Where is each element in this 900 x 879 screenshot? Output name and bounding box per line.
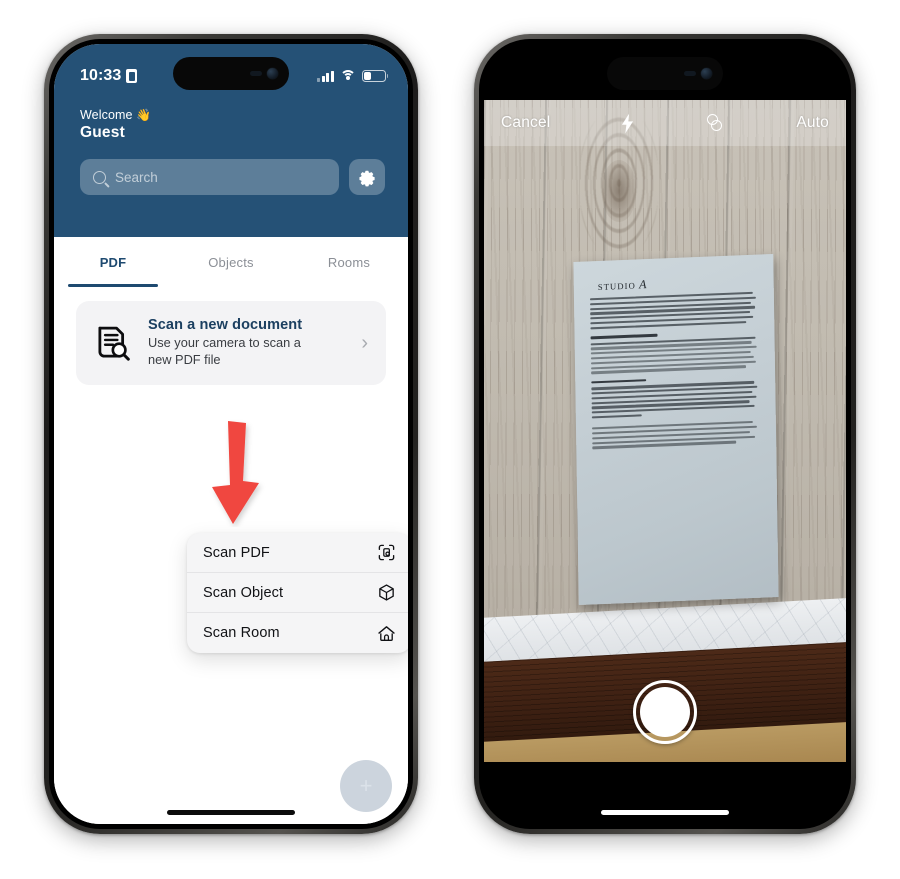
tab-pdf[interactable]: PDF	[54, 237, 172, 287]
content-area: Scan a new document Use your camera to s…	[54, 301, 408, 824]
flash-auto-button[interactable]: Auto	[796, 114, 829, 132]
cancel-button[interactable]: Cancel	[501, 114, 550, 132]
search-icon	[93, 170, 106, 184]
search-row: Search	[54, 142, 408, 195]
document-paragraph	[589, 291, 758, 330]
flash-bolt-icon[interactable]	[620, 113, 635, 134]
face-id-sensor-icon	[684, 71, 696, 76]
camera-toolbar: Cancel Auto	[484, 100, 846, 146]
document-brand-mark: A	[638, 277, 647, 292]
document-heading	[590, 333, 658, 340]
add-floating-action-button[interactable]: +	[340, 760, 392, 812]
menu-item-scan-room[interactable]: Scan Room	[187, 613, 408, 653]
search-input[interactable]: Search	[80, 159, 339, 195]
waving-hand-icon: 👋	[136, 108, 152, 122]
scanned-document-paper: STUDIO A	[573, 253, 779, 606]
scan-context-menu: Scan PDF Scan Object Scan Room	[187, 533, 408, 653]
phone-bezel-left: 10:33 Welcome 👋 Guest Search PDF Objects…	[49, 39, 413, 829]
user-name: Guest	[80, 124, 125, 141]
status-bar-indicators	[317, 70, 389, 82]
document-brand-prefix: STUDIO	[597, 280, 636, 293]
scan-card-title: Scan a new document	[148, 317, 303, 333]
iphone-device-left: 10:33 Welcome 👋 Guest Search PDF Objects…	[44, 34, 418, 834]
menu-item-scan-object-label: Scan Object	[203, 584, 284, 601]
home-indicator-left[interactable]	[167, 810, 295, 815]
status-bar-time: 10:33	[80, 67, 122, 84]
scan-card-subtitle: Use your camera to scan a new PDF file	[148, 335, 301, 367]
camera-scanner-screen: STUDIO A Cancel Auto	[484, 44, 846, 824]
gear-icon	[358, 170, 375, 186]
shutter-inner-circle	[640, 687, 690, 737]
camera-shutter-button[interactable]	[633, 680, 697, 744]
cellular-signal-icon	[317, 70, 334, 82]
welcome-block: Welcome 👋 Guest	[54, 94, 408, 142]
dynamic-island-left	[173, 57, 289, 90]
document-paragraph	[591, 381, 759, 419]
chevron-right-icon: ›	[361, 331, 368, 354]
document-scan-icon	[98, 326, 130, 361]
document-paragraph	[591, 421, 760, 449]
wood-grain-knot-core	[602, 160, 636, 222]
location-badge-icon	[126, 69, 138, 83]
scan-document-icon	[378, 544, 395, 561]
menu-item-scan-pdf[interactable]: Scan PDF	[187, 533, 408, 573]
red-down-arrow	[212, 421, 259, 524]
tab-objects[interactable]: Objects	[172, 237, 290, 287]
face-id-sensor-icon	[250, 71, 262, 76]
camera-viewfinder: STUDIO A	[484, 100, 846, 762]
search-placeholder: Search	[115, 169, 158, 185]
scan-card-texts: Scan a new document Use your camera to s…	[148, 317, 347, 369]
welcome-greeting: Welcome 👋	[80, 108, 382, 122]
menu-item-scan-object[interactable]: Scan Object	[187, 573, 408, 613]
cube-box-icon	[379, 584, 394, 601]
status-bar-time-group: 10:33	[80, 67, 138, 85]
home-indicator-right[interactable]	[601, 810, 729, 815]
color-filter-icon[interactable]	[705, 113, 726, 134]
document-paragraph	[590, 336, 759, 374]
battery-icon	[362, 70, 389, 82]
plus-icon: +	[359, 773, 373, 798]
screenshot-canvas: 10:33 Welcome 👋 Guest Search PDF Objects…	[0, 0, 900, 879]
front-camera-icon	[267, 68, 278, 79]
tab-pdf-label: PDF	[99, 254, 127, 270]
welcome-label: Welcome	[80, 108, 133, 122]
document-heading	[591, 378, 647, 384]
tab-objects-label: Objects	[208, 254, 254, 270]
menu-item-scan-room-label: Scan Room	[203, 625, 280, 641]
wifi-icon	[340, 70, 356, 82]
document-brand: STUDIO A	[590, 273, 758, 295]
tab-bar: PDF Objects Rooms	[54, 237, 408, 287]
iphone-device-right: STUDIO A Cancel Auto	[474, 34, 856, 834]
tab-rooms[interactable]: Rooms	[290, 237, 408, 287]
settings-button[interactable]	[349, 159, 385, 195]
app-screen-home: 10:33 Welcome 👋 Guest Search PDF Objects…	[54, 44, 408, 824]
front-camera-icon	[701, 68, 712, 79]
menu-item-scan-pdf-label: Scan PDF	[203, 544, 270, 561]
tab-rooms-label: Rooms	[327, 254, 371, 270]
house-icon	[378, 625, 395, 641]
phone-bezel-right: STUDIO A Cancel Auto	[479, 39, 851, 829]
dynamic-island-right	[607, 57, 723, 90]
scan-new-document-card[interactable]: Scan a new document Use your camera to s…	[76, 301, 386, 385]
